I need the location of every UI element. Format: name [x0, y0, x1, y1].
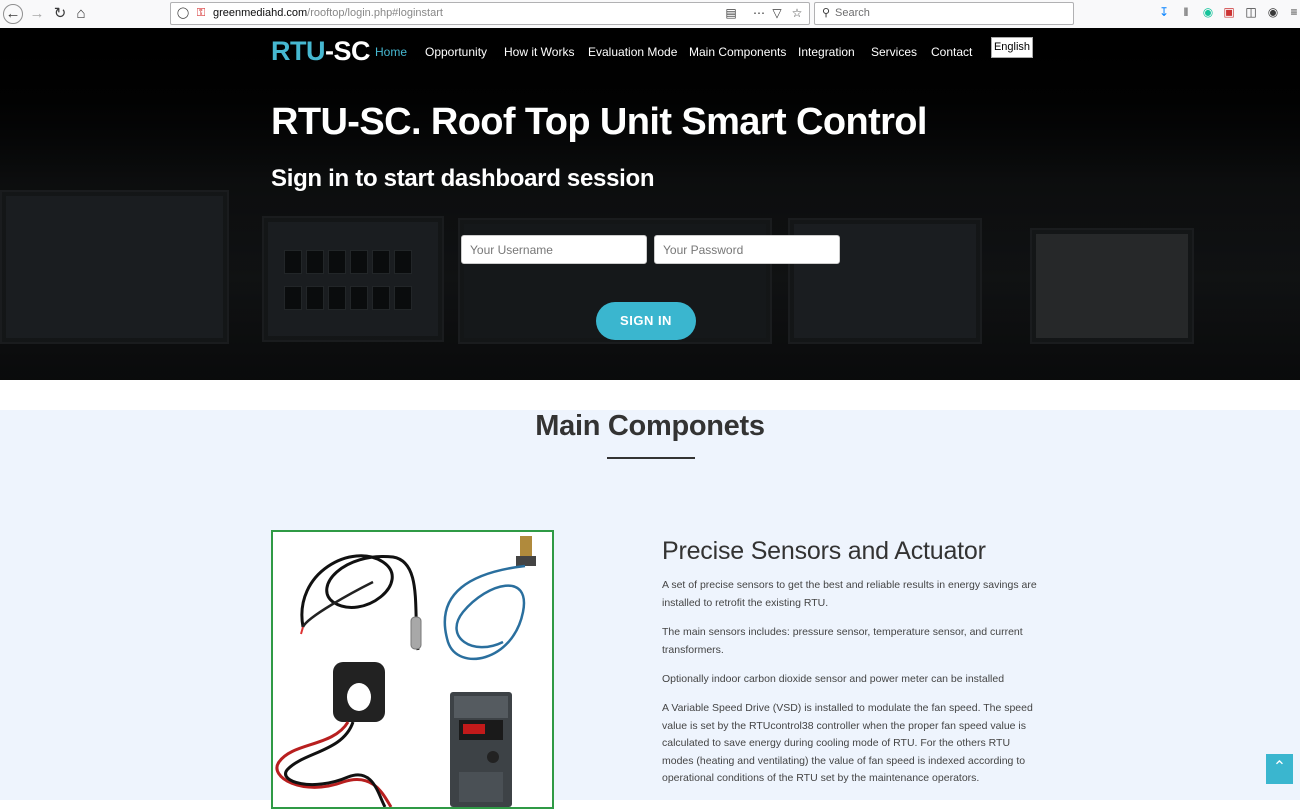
section-divider — [607, 457, 695, 459]
reload-icon[interactable]: ↻ — [50, 4, 70, 24]
nav-evaluation-mode[interactable]: Evaluation Mode — [588, 45, 677, 59]
feature-title: Precise Sensors and Actuator — [662, 537, 986, 565]
browser-toolbar: ← → ↻ ⌂ ◯ ⚿ greenmediahd.com/rooftop/log… — [0, 0, 1300, 29]
sign-in-button[interactable]: SIGN IN — [596, 302, 696, 340]
nav-home[interactable]: Home — [375, 45, 407, 59]
nav-main-components[interactable]: Main Components — [689, 45, 786, 59]
password-input[interactable] — [654, 235, 840, 264]
insecure-lock-icon[interactable]: ⚿ — [193, 5, 209, 21]
language-select[interactable]: English — [991, 37, 1033, 58]
search-bar[interactable]: ⚲ Search — [814, 2, 1074, 25]
account-icon[interactable]: ◉ — [1265, 4, 1281, 20]
hero-subtitle: Sign in to start dashboard session — [271, 165, 655, 192]
hero-section: RTU-SC Home Opportunity How it Works Eva… — [0, 28, 1300, 380]
reader-view-icon[interactable]: ▤ — [723, 5, 739, 21]
search-placeholder: Search — [835, 7, 870, 19]
home-icon[interactable]: ⌂ — [71, 4, 91, 24]
hero-title: RTU-SC. Roof Top Unit Smart Control — [271, 101, 927, 143]
menu-icon[interactable]: ≡ — [1286, 4, 1300, 20]
bookmark-star-icon[interactable]: ☆ — [789, 5, 805, 21]
main-components-section: Main Componets Precise Sensors and Actua… — [0, 410, 1300, 809]
url-text: greenmediahd.com/rooftop/login.php#login… — [213, 7, 443, 19]
page-actions-icon[interactable]: ⋯ — [751, 5, 767, 21]
sensors-illustration — [275, 536, 536, 807]
feature-paragraph: A Variable Speed Drive (VSD) is installe… — [662, 702, 1033, 784]
pocket-icon[interactable]: ▽ — [769, 5, 785, 21]
nav-how-it-works[interactable]: How it Works — [504, 45, 574, 59]
search-icon: ⚲ — [821, 7, 831, 19]
feature-paragraph: Optionally indoor carbon dioxide sensor … — [662, 673, 1005, 685]
shield-icon[interactable]: ◯ — [175, 5, 191, 21]
sidebar-icon[interactable]: ◫ — [1243, 4, 1259, 20]
nav-services[interactable]: Services — [871, 45, 917, 59]
library-icon[interactable]: ‖ — [1178, 4, 1194, 20]
chevron-up-icon: ⌃ — [1272, 759, 1287, 776]
grammarly-icon[interactable]: ◉ — [1200, 4, 1216, 20]
extension-icon[interactable]: ▣ — [1221, 4, 1237, 20]
download-icon[interactable]: ↧ — [1156, 4, 1172, 20]
feature-paragraph: A set of precise sensors to get the best… — [662, 579, 1037, 609]
sensors-image — [271, 530, 554, 809]
nav-opportunity[interactable]: Opportunity — [425, 45, 487, 59]
username-input[interactable] — [461, 235, 647, 264]
brand-logo-part1: RTU — [271, 36, 326, 66]
section-title: Main Componets — [535, 410, 765, 442]
back-icon[interactable]: ← — [3, 4, 23, 24]
feature-paragraph: The main sensors includes: pressure sens… — [662, 626, 1023, 656]
forward-icon[interactable]: → — [27, 4, 47, 24]
nav-integration[interactable]: Integration — [798, 45, 855, 59]
brand-logo[interactable]: RTU-SC — [271, 36, 371, 67]
back-to-top-button[interactable]: ⌃ — [1266, 754, 1293, 784]
nav-contact[interactable]: Contact — [931, 45, 972, 59]
url-bar[interactable]: ◯ ⚿ greenmediahd.com/rooftop/login.php#l… — [170, 2, 810, 25]
brand-logo-part2: -SC — [325, 36, 371, 66]
